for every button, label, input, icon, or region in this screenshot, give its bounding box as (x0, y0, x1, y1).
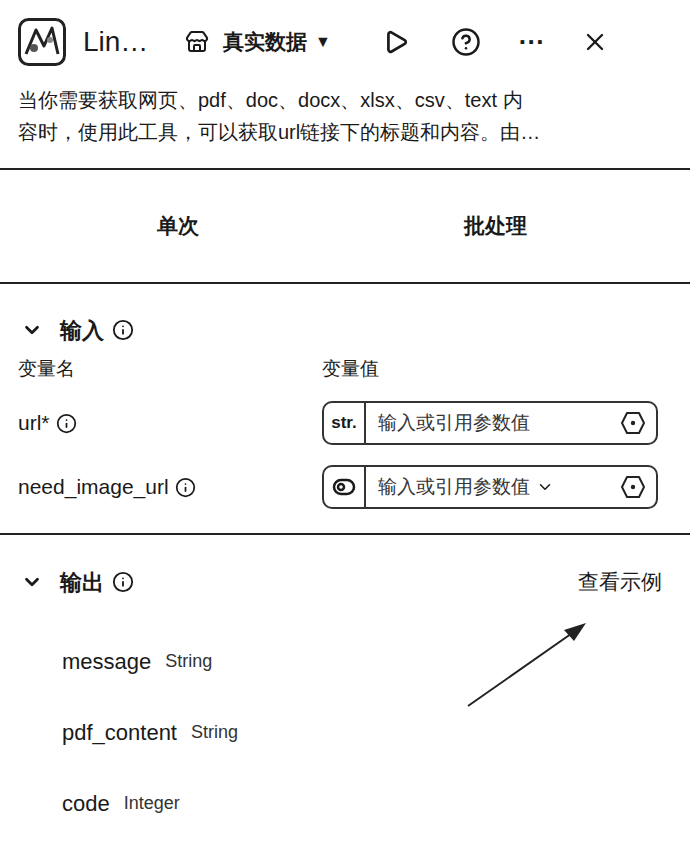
help-icon[interactable] (451, 27, 481, 57)
input-header[interactable]: 输入 (18, 284, 672, 346)
input-row: url* str. 输入或引用参数值 (18, 401, 672, 445)
dropdown-icon[interactable] (536, 478, 554, 496)
variable-picker-icon[interactable] (620, 410, 646, 436)
close-icon[interactable] (581, 28, 609, 56)
variable-name: url* (18, 407, 50, 439)
mode-select[interactable]: 真实数据▼ (223, 26, 331, 58)
column-header: 变量名变量值 (18, 354, 672, 384)
info-icon[interactable] (112, 319, 134, 341)
store-icon[interactable] (185, 30, 209, 54)
value-field[interactable]: str. 输入或引用参数值 (322, 401, 658, 445)
type-badge (324, 467, 366, 507)
variable-name: need_image_url (18, 471, 169, 503)
expand-chevron-icon[interactable] (21, 571, 43, 593)
run-icon[interactable] (383, 29, 409, 55)
input-section: 输入变量名变量值 url* str. 输入或引用参数值 need_image_url 输入… (0, 284, 690, 533)
info-icon[interactable] (56, 413, 77, 434)
input-row: need_image_url 输入或引用参数值 (18, 465, 672, 509)
placeholder: 输入或引用参数值 (378, 473, 530, 502)
header-bar: Lin… 真实数据▼ ··· (0, 0, 690, 84)
tab[interactable]: 批处理 (345, 210, 690, 242)
output-header[interactable]: 输出查看示例 (18, 535, 672, 598)
output-field: codeInteger (18, 768, 672, 839)
description: 当你需要获取网页、pdf、doc、docx、xlsx、csv、text 内容时，… (0, 84, 690, 168)
output-field: pdf_contentString (18, 697, 672, 768)
tab-bar: 单次批处理 (0, 170, 690, 282)
boolean-icon (332, 475, 356, 499)
type-badge: str. (324, 403, 366, 443)
plugin-panel: Lin… 真实数据▼ ··· 当你需要获取网页、pdf、doc、docx、xlsx、c… (0, 0, 690, 842)
output-section: 输出查看示例messageStringpdf_contentStringcode… (0, 535, 690, 839)
plugin-title: Lin… (83, 21, 175, 63)
annotation-arrow-icon (460, 615, 595, 715)
info-icon[interactable] (175, 477, 196, 498)
example-link[interactable]: 查看示例 (578, 566, 662, 598)
value-field[interactable]: 输入或引用参数值 (322, 465, 658, 509)
tab[interactable]: 单次 (0, 210, 345, 242)
expand-chevron-icon[interactable] (21, 319, 43, 341)
info-icon[interactable] (112, 571, 134, 593)
plugin-logo-icon (18, 18, 66, 66)
variable-picker-icon[interactable] (620, 474, 646, 500)
placeholder: 输入或引用参数值 (378, 409, 530, 438)
more-button[interactable]: ··· (519, 29, 545, 55)
